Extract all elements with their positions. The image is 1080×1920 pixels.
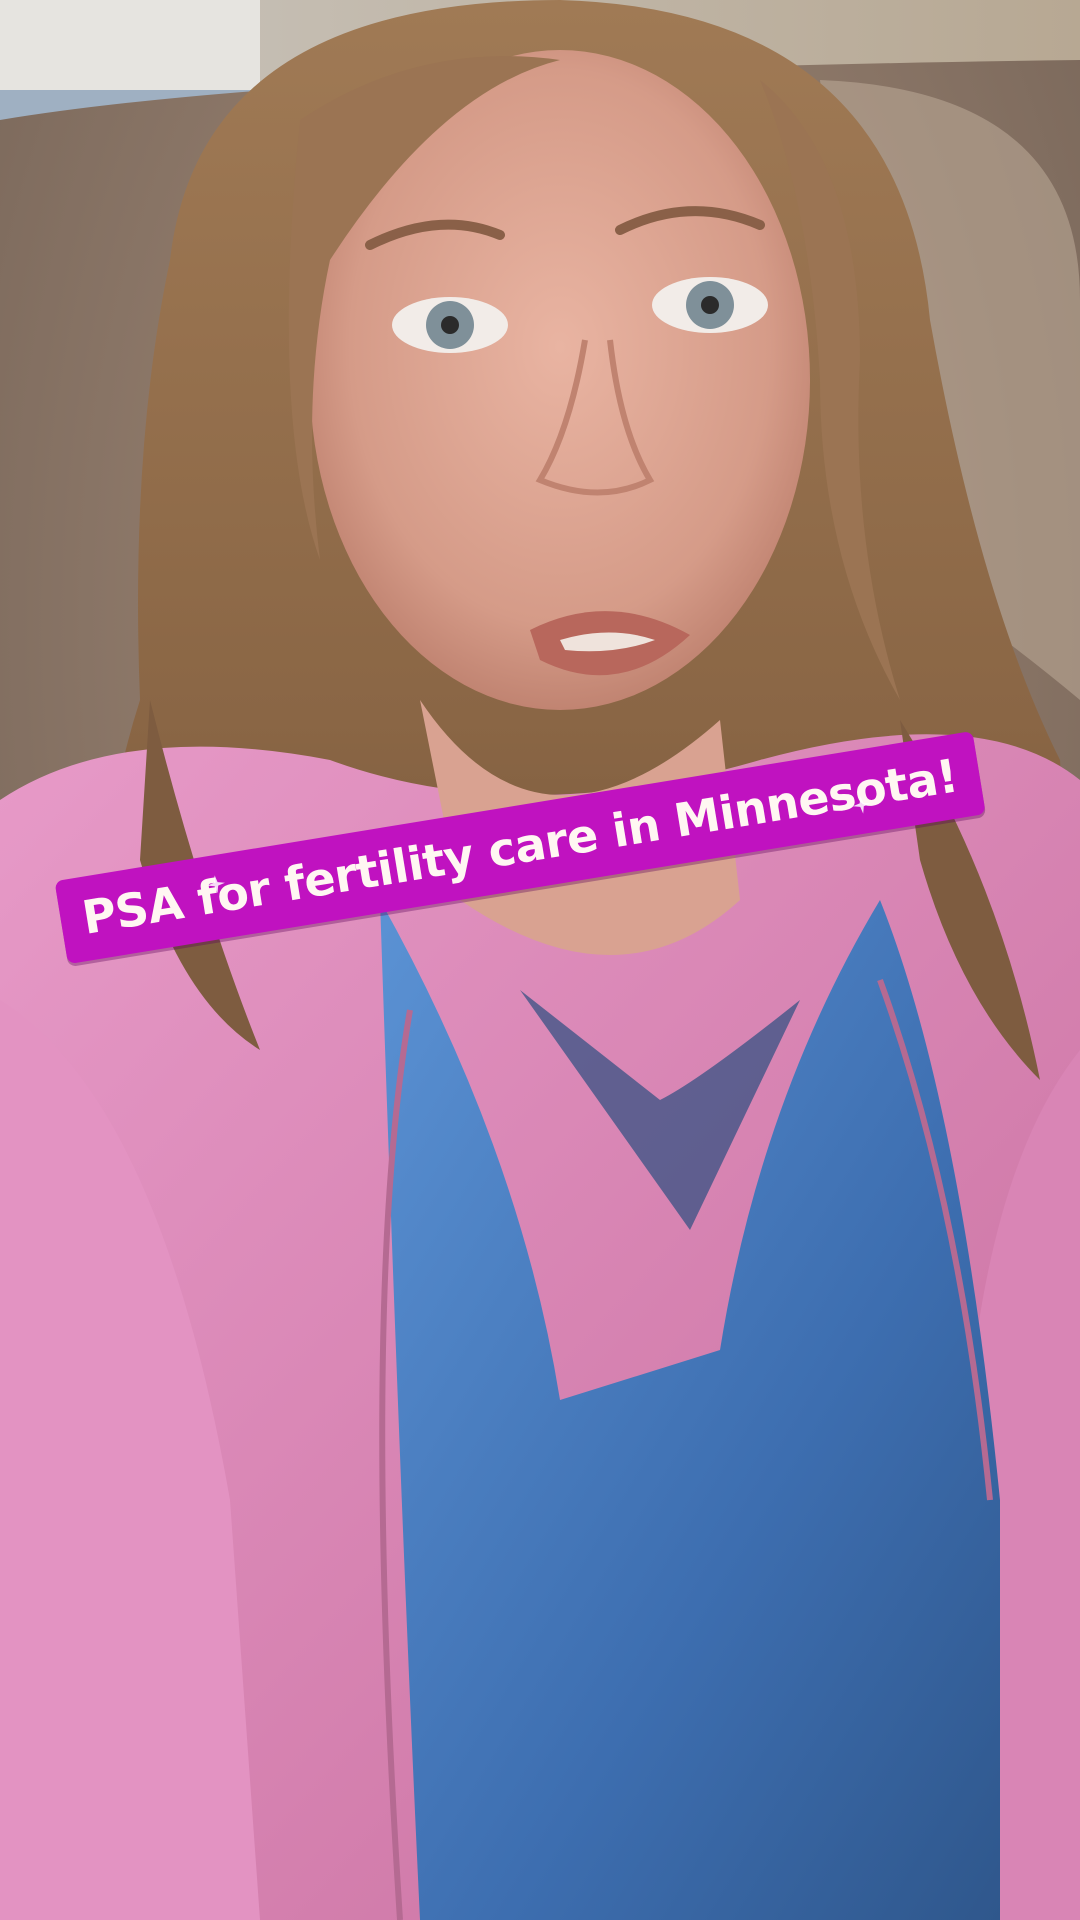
sparkle-icon bbox=[852, 795, 871, 814]
sparkle-icon bbox=[207, 875, 225, 894]
video-frame: PSA for fertility care in Minnesota! bbox=[0, 0, 1080, 1920]
